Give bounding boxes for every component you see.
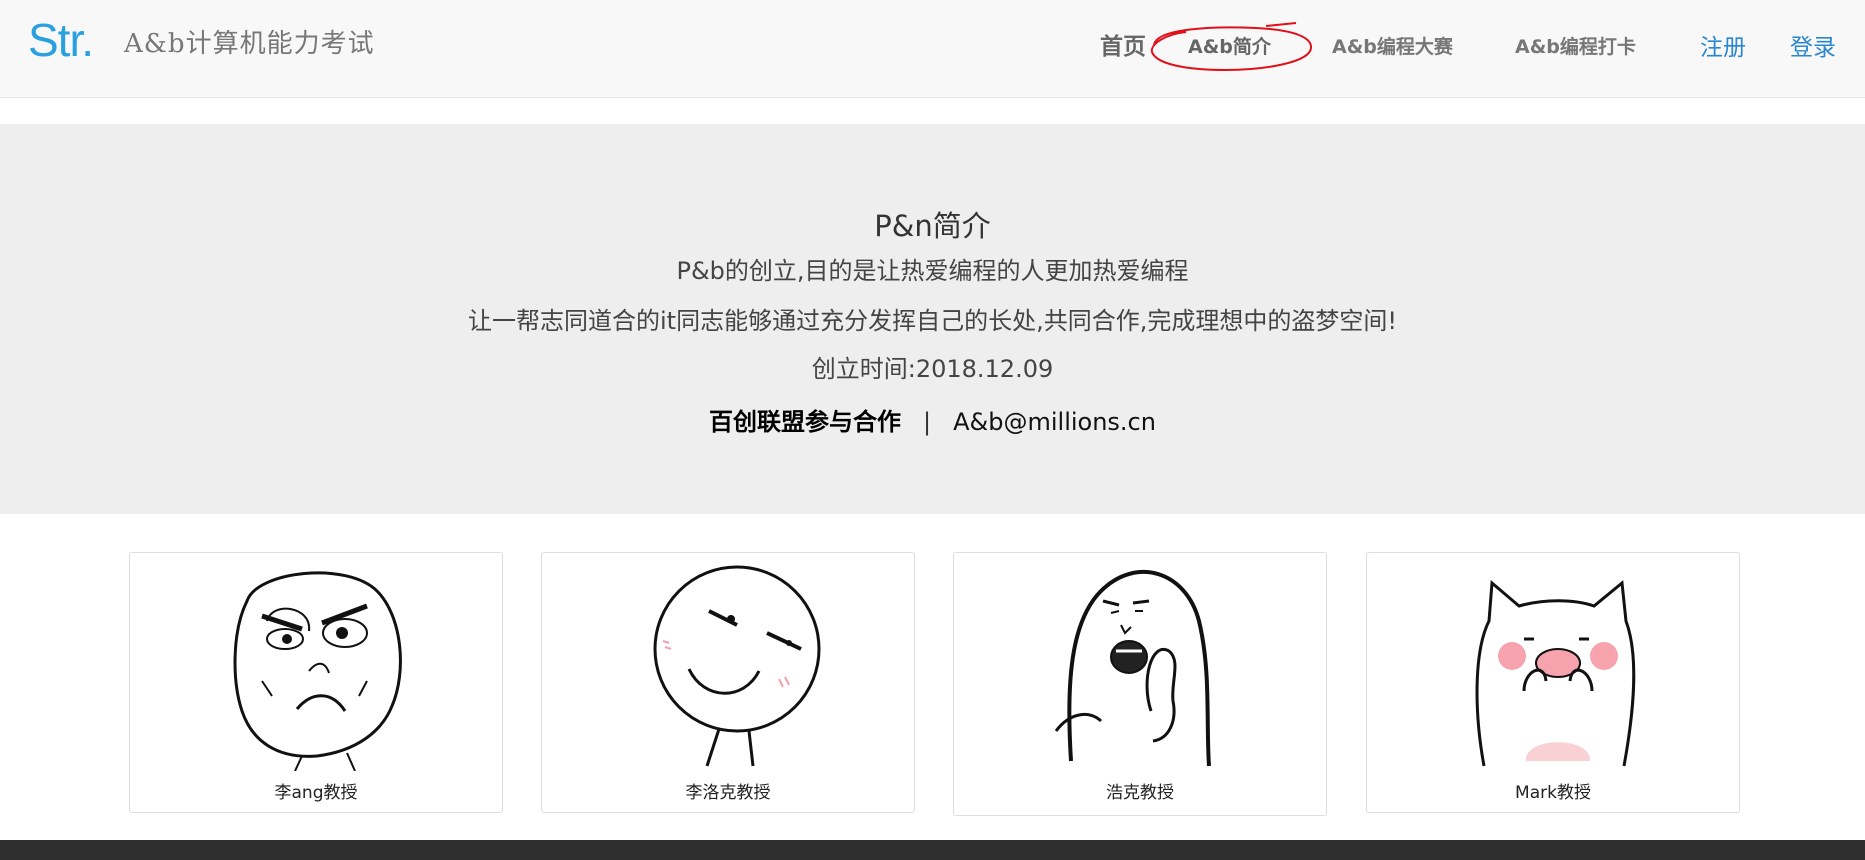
login-link[interactable]: 登录 [1790,30,1836,66]
nav-contest[interactable]: A&b编程大赛 [1332,30,1453,64]
register-link[interactable]: 注册 [1700,30,1746,66]
nav-checkin[interactable]: A&b编程打卡 [1515,30,1636,64]
professor-card[interactable]: 浩克教授 [953,552,1327,816]
professor-name: Mark教授 [1515,783,1591,803]
intro-mission-text: 让一帮志同道合的it同志能够通过充分发挥自己的长处,共同合作,完成理想中的盗梦空… [468,307,1397,335]
site-title[interactable]: A&b计算机能力考试 [124,26,375,62]
partner-name: 百创联盟参与合作 [709,408,902,436]
contact-email[interactable]: A&b@millions.cn [953,408,1156,436]
site-logo[interactable]: Str. [28,12,94,68]
partner-line: 百创联盟参与合作 | A&b@millions.cn [0,404,1865,440]
nav-home[interactable]: 首页 [1100,30,1146,64]
rage-face-icon [233,571,402,771]
smirk-face-icon [653,565,821,767]
shocked-blob-icon [1054,569,1211,767]
professor-card[interactable]: 李ang教授 [129,552,503,813]
intro-purpose-text: P&b的创立,目的是让热爱编程的人更加热爱编程 [676,257,1189,285]
professor-name: 浩克教授 [1106,783,1174,803]
top-navbar: Str. A&b计算机能力考试 首页 A&b简介 A&b编程大赛 A&b编程打卡… [0,0,1865,98]
professor-card[interactable]: 李洛克教授 [541,552,915,813]
page-footer [0,840,1865,860]
professor-name: 李ang教授 [274,783,358,803]
professor-card[interactable]: Mark教授 [1366,552,1740,813]
intro-heading: P&n简介 [874,209,991,243]
intro-section: P&n简介 P&b的创立,目的是让热爱编程的人更加热爱编程 让一帮志同道合的it… [0,124,1865,514]
pink-cat-icon [1475,579,1636,767]
intro-founded-date: 创立时间:2018.12.09 [811,355,1054,383]
partner-separator: | [923,408,932,436]
nav-intro[interactable]: A&b简介 [1188,30,1271,64]
professor-name: 李洛克教授 [685,783,771,803]
